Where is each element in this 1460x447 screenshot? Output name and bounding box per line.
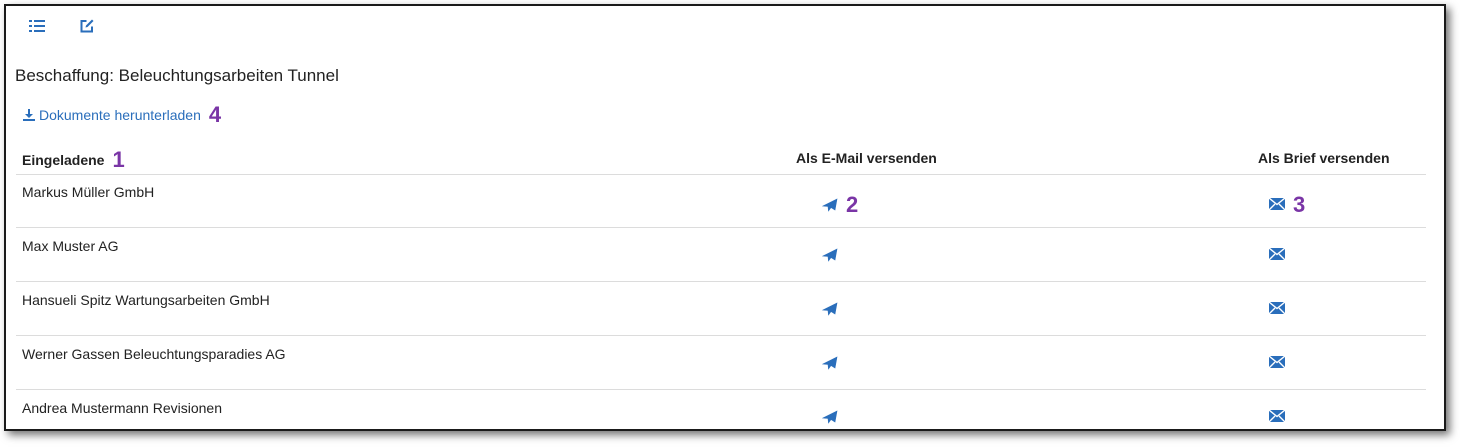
paper-plane-icon (822, 410, 838, 424)
email-cell (822, 410, 838, 424)
email-cell (822, 248, 838, 262)
send-letter-button[interactable] (1269, 248, 1285, 262)
table-header: Eingeladene 1 Als E-Mail versenden Als B… (16, 144, 1426, 175)
send-letter-button[interactable] (1269, 302, 1285, 316)
download-label: Dokumente herunterladen (39, 107, 201, 123)
brief-cell: 3 (1269, 194, 1305, 216)
invitee-name: Hansueli Spitz Wartungsarbeiten GmbH (22, 292, 270, 308)
brief-cell (1269, 410, 1285, 424)
table-row: Max Muster AG (16, 228, 1426, 282)
table-row: Markus Müller GmbH 2 3 (16, 174, 1426, 228)
send-email-button[interactable] (822, 410, 838, 424)
send-letter-button[interactable] (1269, 356, 1285, 370)
paper-plane-icon (822, 302, 838, 316)
callout-number: 2 (846, 192, 859, 217)
column-header-brief: Als Brief versenden (1258, 150, 1390, 166)
email-cell (822, 356, 838, 370)
table-row: Andrea Mustermann Revisionen (16, 390, 1426, 443)
main-panel: Beschaffung: Beleuchtungsarbeiten Tunnel… (4, 4, 1446, 431)
send-letter-button[interactable] (1269, 198, 1285, 212)
invitee-list: Markus Müller GmbH 2 3 Max Muster AG Han… (16, 174, 1426, 443)
envelope-icon (1269, 410, 1285, 422)
email-cell: 2 (822, 194, 858, 216)
list-view-button[interactable] (27, 16, 47, 36)
table-row: Hansueli Spitz Wartungsarbeiten GmbH (16, 282, 1426, 336)
page-title: Beschaffung: Beleuchtungsarbeiten Tunnel (15, 66, 339, 85)
download-icon (22, 108, 36, 122)
column-header-email: Als E-Mail versenden (796, 150, 937, 166)
callout-number: 1 (112, 147, 125, 172)
brief-cell (1269, 302, 1285, 316)
paper-plane-icon (822, 356, 838, 370)
brief-cell (1269, 248, 1285, 262)
invitee-name: Markus Müller GmbH (22, 184, 155, 200)
list-icon (29, 20, 45, 32)
invitee-name: Max Muster AG (22, 238, 119, 254)
paper-plane-icon (822, 198, 838, 212)
envelope-icon (1269, 302, 1285, 314)
send-email-button[interactable] (822, 356, 838, 370)
paper-plane-icon (822, 248, 838, 262)
invitee-name: Andrea Mustermann Revisionen (22, 400, 222, 416)
download-documents-link[interactable]: Dokumente herunterladen (22, 107, 201, 123)
column-header-name: Eingeladene 1 (22, 149, 125, 171)
envelope-icon (1269, 356, 1285, 368)
table-row: Werner Gassen Beleuchtungsparadies AG (16, 336, 1426, 390)
column-header-name-label: Eingeladene (22, 152, 105, 168)
brief-cell (1269, 356, 1285, 370)
callout-number: 3 (1293, 192, 1306, 217)
toolbar (27, 16, 97, 36)
send-letter-button[interactable] (1269, 410, 1285, 424)
invitee-name: Werner Gassen Beleuchtungsparadies AG (22, 346, 286, 362)
send-email-button[interactable] (822, 302, 838, 316)
callout-number: 4 (208, 102, 222, 127)
envelope-icon (1269, 248, 1285, 260)
send-email-button[interactable] (822, 198, 838, 212)
send-email-button[interactable] (822, 248, 838, 262)
email-cell (822, 302, 838, 316)
envelope-icon (1269, 198, 1285, 210)
download-area: Dokumente herunterladen 4 (22, 104, 221, 126)
edit-button[interactable] (77, 16, 97, 36)
edit-icon (80, 19, 94, 33)
